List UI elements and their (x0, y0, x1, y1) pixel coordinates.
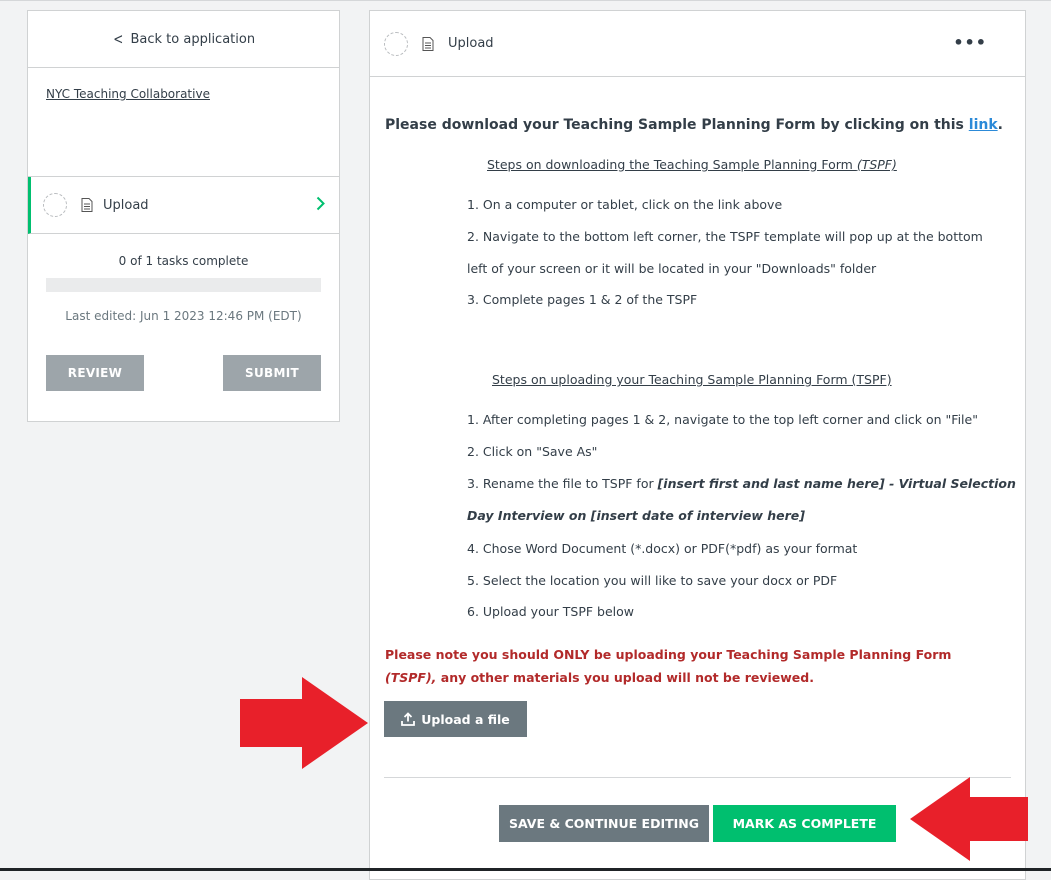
sidebar-item-label: Upload (103, 197, 149, 213)
sidebar-actions: REVIEW SUBMIT (46, 355, 321, 391)
upload-warning-italic: (TSPF), (385, 670, 437, 685)
upload-warning-suffix: any other materials you upload will not … (436, 670, 814, 685)
upload-step-1: 1. After completing pages 1 & 2, navigat… (467, 412, 978, 427)
download-step-2-cont: left of your screen or it will be locate… (467, 261, 877, 276)
download-step-1: 1. On a computer or tablet, click on the… (467, 197, 783, 212)
annotation-arrow-right (240, 677, 368, 769)
download-step-3: 3. Complete pages 1 & 2 of the TSPF (467, 292, 698, 307)
last-edited-text: Last edited: Jun 1 2023 12:46 PM (EDT) (65, 309, 302, 323)
tasks-progress-bar (46, 278, 321, 292)
save-continue-button[interactable]: SAVE & CONTINUE EDITING (499, 805, 709, 842)
download-instruction: Please download your Teaching Sample Pla… (385, 117, 1003, 133)
chevron-right-icon (316, 196, 325, 211)
upload-step-4: 4. Chose Word Document (*.docx) or PDF(*… (467, 541, 858, 556)
upload-file-label: Upload a file (421, 711, 510, 727)
download-steps-heading: Steps on downloading the Teaching Sample… (487, 157, 897, 172)
download-steps-heading-text: Steps on downloading the Teaching Sample… (487, 157, 857, 172)
upload-steps-heading: Steps on uploading your Teaching Sample … (492, 372, 892, 387)
upload-icon (401, 712, 416, 726)
upload-step-6: 6. Upload your TSPF below (467, 604, 634, 619)
download-instruction-period: . (997, 117, 1003, 133)
upload-step-2: 2. Click on "Save As" (467, 444, 598, 459)
application-sidebar: < Back to application NYC Teaching Colla… (27, 10, 340, 422)
back-link-label: Back to application (130, 31, 256, 47)
task-panel: Upload ••• Please download your Teaching… (369, 10, 1026, 880)
upload-file-button[interactable]: Upload a file (384, 701, 527, 737)
upload-warning: Please note you should ONLY be uploading… (385, 643, 1005, 689)
top-divider (0, 0, 1051, 1)
back-to-application-link[interactable]: < Back to application (28, 11, 339, 68)
download-step-2: 2. Navigate to the bottom left corner, t… (467, 229, 983, 244)
document-icon (81, 198, 93, 212)
annotation-arrow-left (910, 777, 1028, 861)
submit-button[interactable]: SUBMIT (223, 355, 321, 391)
download-steps-heading-italic: (TSPF) (856, 157, 897, 172)
upload-step-3-text: 3. Rename the file to TSPF for (467, 476, 658, 491)
sidebar-item-upload[interactable]: Upload (28, 177, 339, 234)
download-link[interactable]: link (969, 117, 998, 133)
task-instructions: Please download your Teaching Sample Pla… (370, 11, 1025, 879)
organization-section: NYC Teaching Collaborative (28, 68, 339, 177)
review-button[interactable]: REVIEW (46, 355, 144, 391)
download-instruction-text: Please download your Teaching Sample Pla… (385, 117, 969, 133)
upload-step-5: 5. Select the location you will like to … (467, 573, 838, 588)
upload-warning-text: Please note you should ONLY be uploading… (385, 647, 952, 662)
organization-link[interactable]: NYC Teaching Collaborative (46, 87, 210, 101)
task-status-circle-icon (43, 193, 67, 217)
tasks-progress-text: 0 of 1 tasks complete (118, 254, 249, 268)
upload-step-3: 3. Rename the file to TSPF for [insert f… (467, 476, 1016, 491)
upload-step-3-emphasis: [insert first and last name here] - Virt… (657, 476, 1016, 491)
upload-step-3-cont: Day Interview on [insert date of intervi… (467, 508, 805, 523)
mark-complete-button[interactable]: MARK AS COMPLETE (713, 805, 896, 842)
chevron-left-icon: < (113, 30, 124, 48)
